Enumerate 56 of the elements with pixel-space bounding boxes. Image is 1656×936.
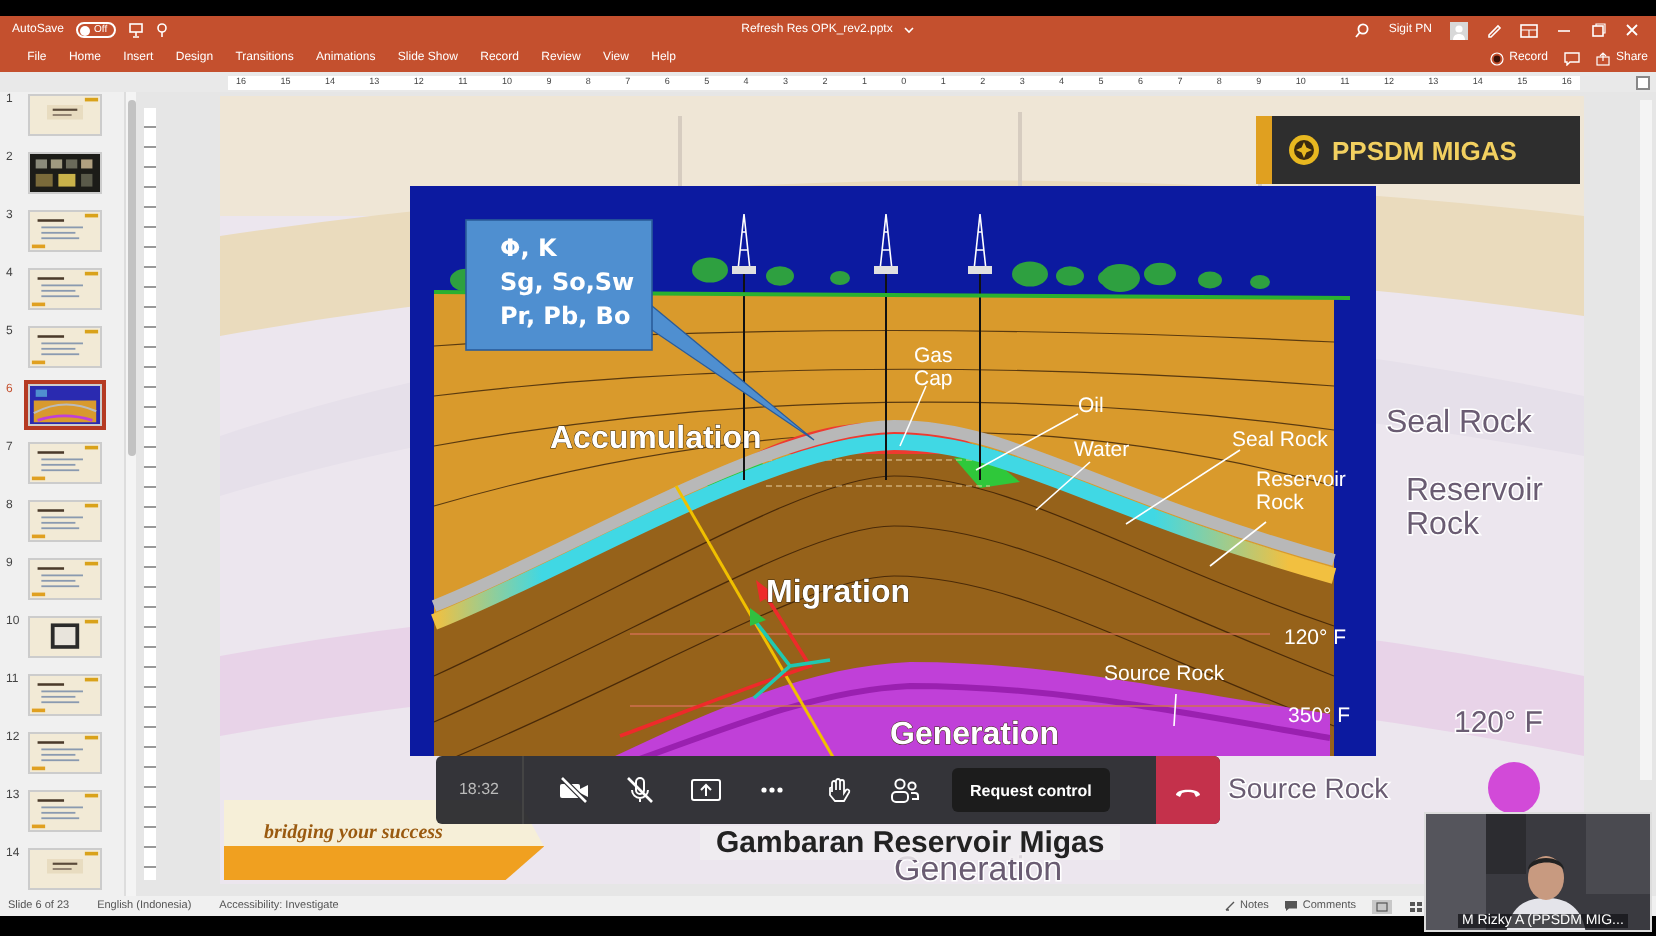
slide-thumbnail[interactable] xyxy=(28,848,102,890)
close-icon[interactable] xyxy=(1624,22,1640,38)
people-icon[interactable] xyxy=(888,776,920,804)
comment-icon[interactable] xyxy=(1563,51,1580,65)
share-screen-icon[interactable] xyxy=(690,776,722,804)
notes-icon xyxy=(1224,900,1237,912)
backdrop-label: Reservoir Rock xyxy=(1406,474,1543,542)
slide-thumbnail[interactable] xyxy=(28,616,102,658)
backdrop-label: Seal Rock xyxy=(1386,406,1532,440)
diagram-label: 350° F xyxy=(1288,704,1351,728)
slide-thumbnail[interactable] xyxy=(28,674,102,716)
scrollbar[interactable] xyxy=(124,92,136,896)
slide-thumbnail[interactable] xyxy=(28,732,102,774)
caret-icon[interactable] xyxy=(904,26,915,34)
record-icon xyxy=(1489,51,1504,65)
slide-thumbnail[interactable] xyxy=(28,384,102,426)
callout-text: Φ, K Sg, So,Sw Pr, Pb, Bo xyxy=(500,234,635,330)
logo-text: PPSDM MIGAS xyxy=(1332,135,1517,165)
diagram-label: Seal Rock xyxy=(1232,428,1328,452)
call-time: 18:32 xyxy=(436,756,524,824)
diagram-label: Source Rock xyxy=(1104,662,1225,686)
backdrop-label: 120° F xyxy=(1454,706,1543,740)
slide-thumbnail[interactable] xyxy=(28,326,102,368)
microphone-off-icon[interactable] xyxy=(624,776,656,804)
diagram-label: Gas Cap xyxy=(914,344,953,392)
diagram-label: 120° F xyxy=(1284,626,1347,650)
search-icon[interactable] xyxy=(1354,22,1371,38)
pen-icon[interactable] xyxy=(1486,22,1502,38)
slide-thumbnail[interactable] xyxy=(28,152,102,194)
circle-shape xyxy=(1488,762,1540,814)
comment-icon xyxy=(1284,900,1299,912)
diagram-label: Generation xyxy=(890,718,1059,752)
slide-thumbnail[interactable] xyxy=(28,94,102,136)
normal-view-icon[interactable] xyxy=(1372,899,1392,913)
slide-thumbnail[interactable] xyxy=(28,500,102,542)
slide-thumbnail[interactable] xyxy=(28,442,102,484)
presentation-icon[interactable] xyxy=(127,22,144,38)
leader-line xyxy=(1173,693,1177,727)
restore-icon[interactable] xyxy=(1590,22,1606,38)
tagline: bridging your success xyxy=(264,822,443,844)
diagram-label: Water xyxy=(1074,438,1130,462)
slide-thumbnail[interactable] xyxy=(28,268,102,310)
share-icon xyxy=(1595,51,1610,65)
backdrop-label: Source Rock xyxy=(1228,772,1389,804)
slide-thumbnail[interactable] xyxy=(28,558,102,600)
avatar-icon[interactable] xyxy=(1450,21,1468,39)
camera-off-icon[interactable] xyxy=(558,776,590,804)
ribbon-display-icon[interactable] xyxy=(1520,23,1538,37)
request-control-button[interactable]: Request control xyxy=(952,768,1110,812)
diagram-label: Migration xyxy=(766,576,910,610)
diagram-label: Oil xyxy=(1078,394,1104,418)
collapse-ribbon-icon[interactable] xyxy=(1636,75,1650,89)
slide-thumbnail[interactable] xyxy=(28,790,102,832)
slide-sorter-icon[interactable] xyxy=(1408,899,1424,913)
emblem-icon xyxy=(1288,134,1320,166)
slide-thumbnail[interactable] xyxy=(28,210,102,252)
